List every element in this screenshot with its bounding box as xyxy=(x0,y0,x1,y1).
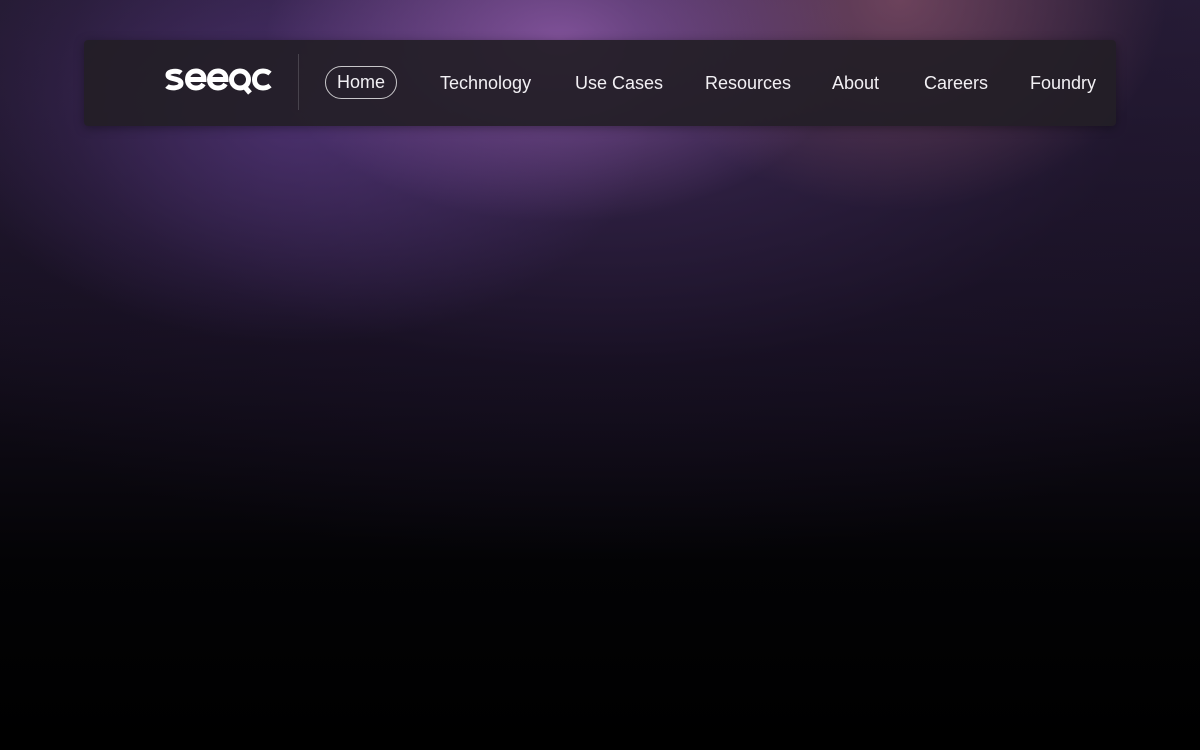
seeqc-logo[interactable] xyxy=(164,62,274,98)
nav-item-careers[interactable]: Careers xyxy=(924,40,988,126)
nav-item-about[interactable]: About xyxy=(832,40,879,126)
nav-item-foundry[interactable]: Foundry xyxy=(1030,40,1096,126)
nav-item-technology[interactable]: Technology xyxy=(440,40,531,126)
nav-item-home[interactable]: Home xyxy=(325,66,398,99)
top-navigation-bar: Home Technology Use Cases Resources Abou… xyxy=(84,40,1116,126)
nav-item-resources[interactable]: Resources xyxy=(705,40,791,126)
nav-divider xyxy=(298,54,299,110)
seeqc-logo-mark xyxy=(165,68,272,95)
nav-item-use-cases[interactable]: Use Cases xyxy=(575,40,663,126)
